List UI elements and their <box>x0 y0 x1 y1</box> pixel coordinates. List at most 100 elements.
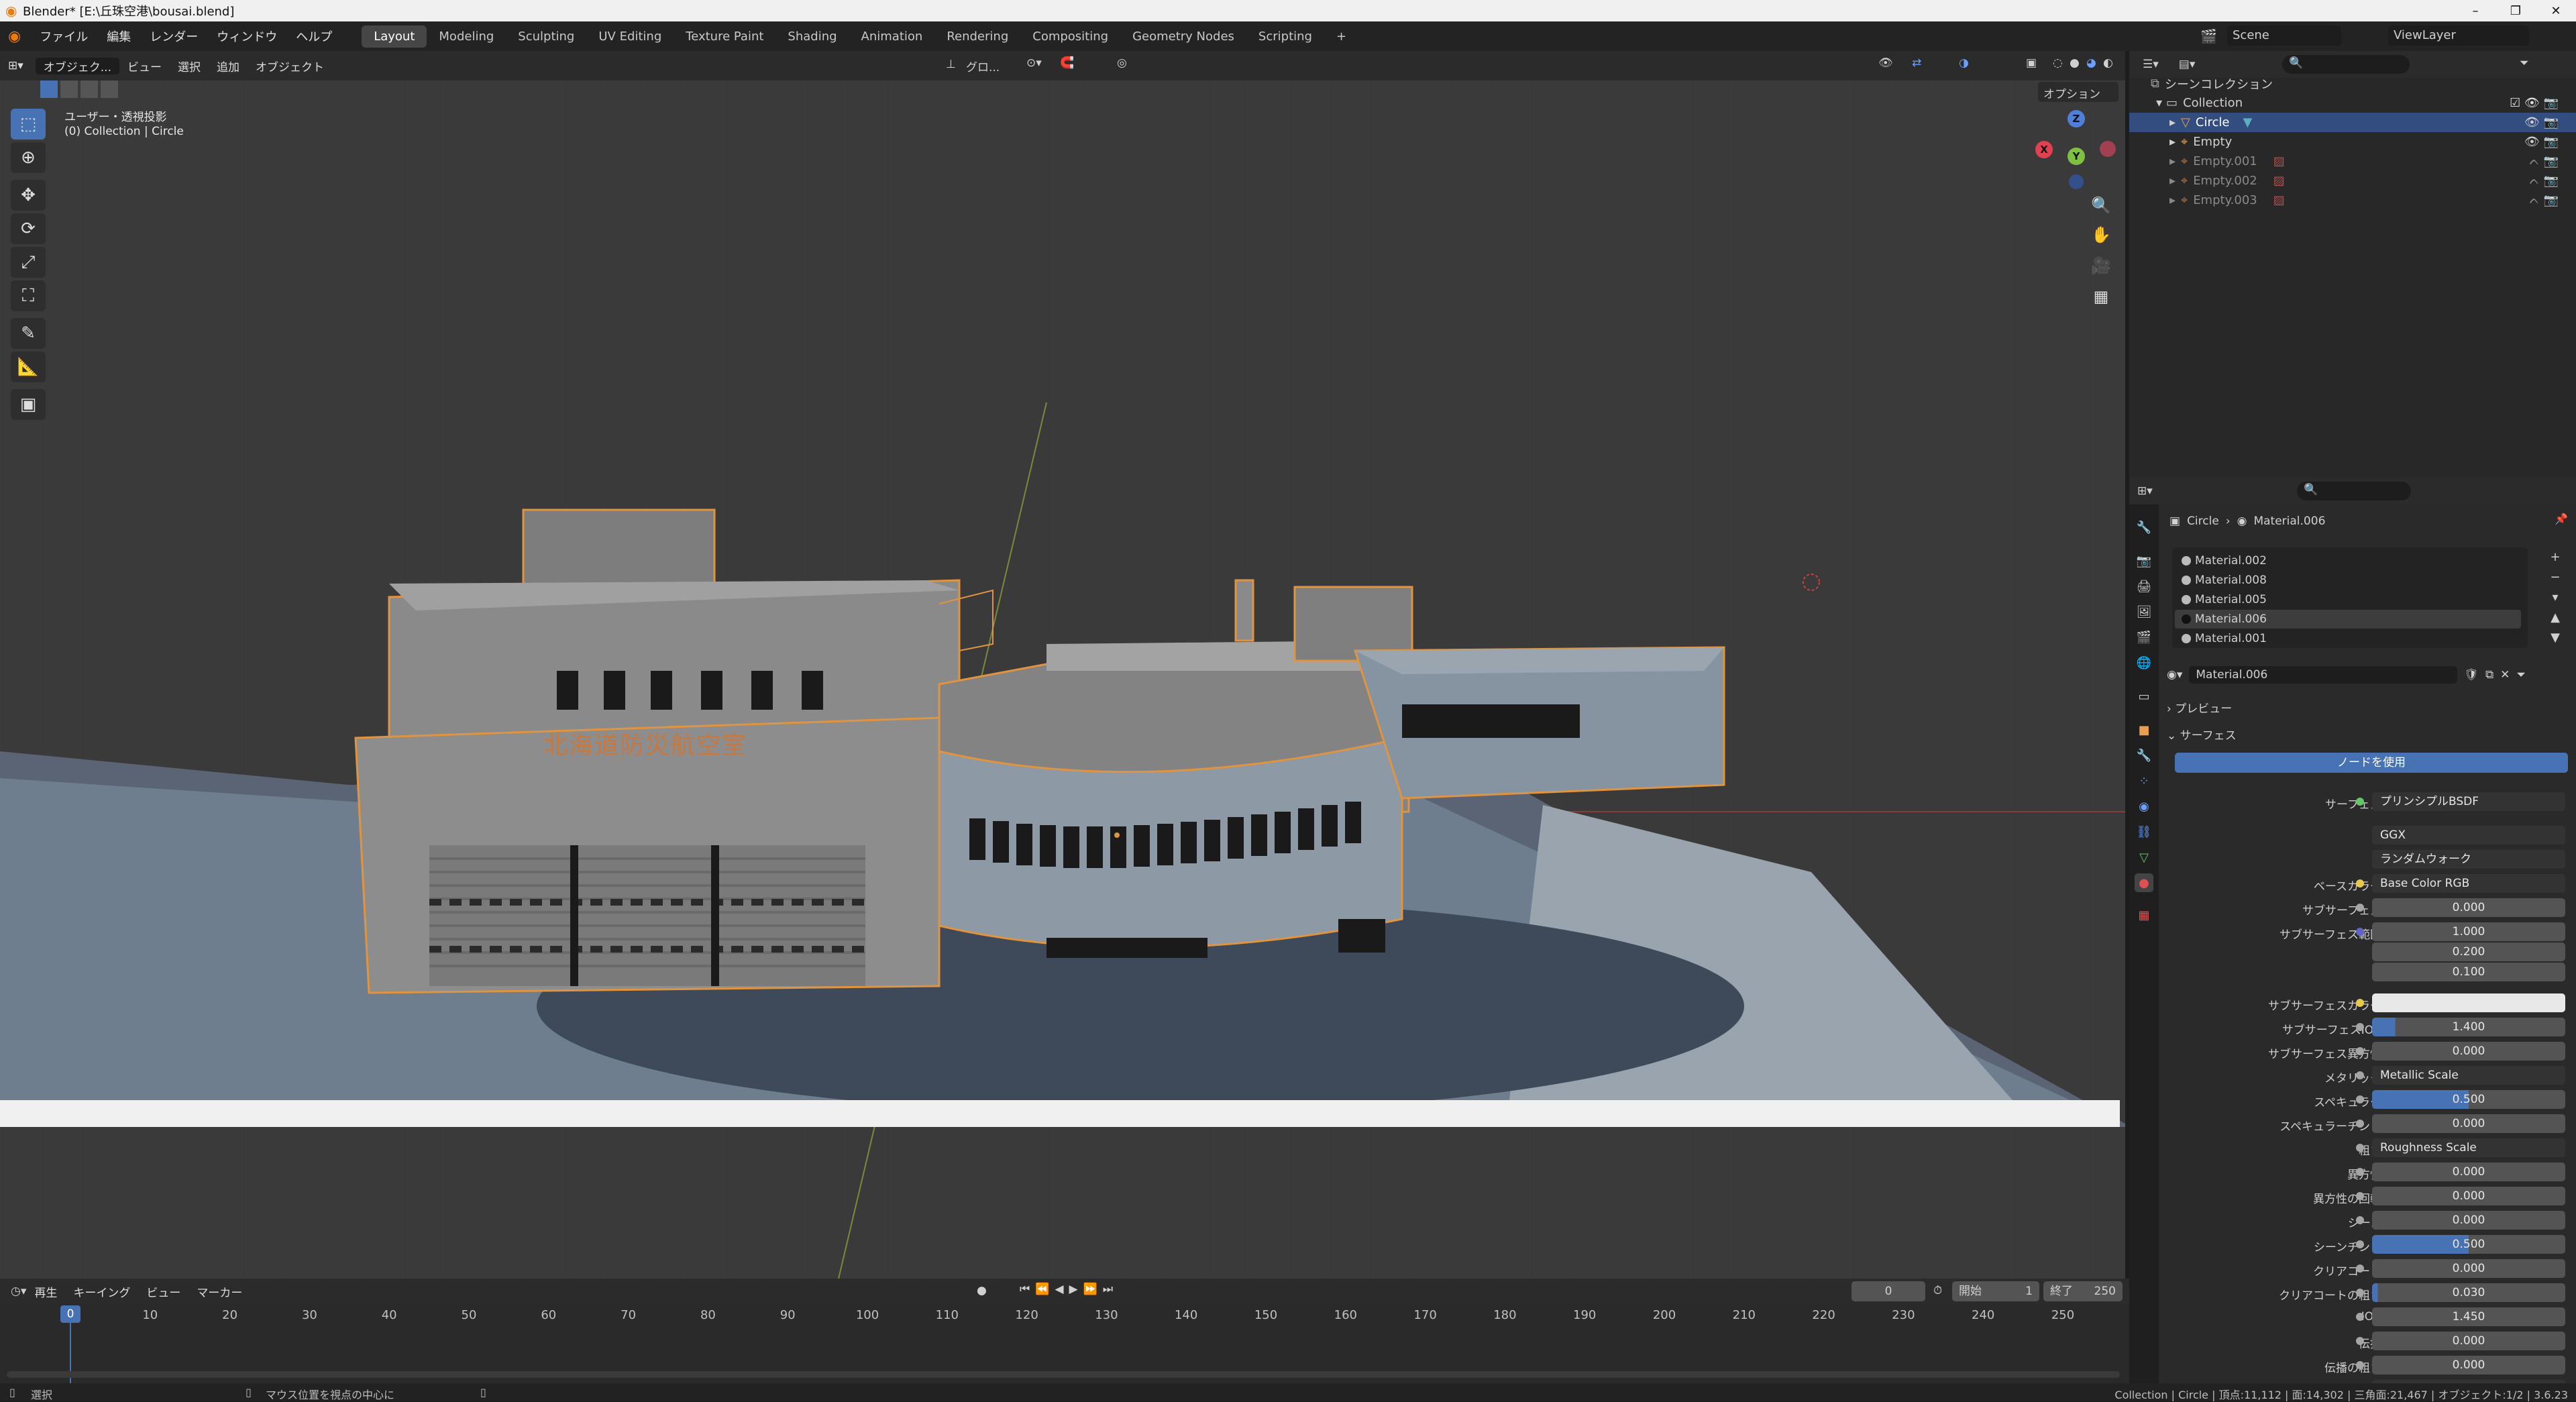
record-icon[interactable]: ● <box>977 1284 987 1297</box>
tab-modeling[interactable]: Modeling <box>427 25 506 48</box>
tab-animation[interactable]: Animation <box>849 25 935 48</box>
start-frame-field[interactable]: 開始 1 <box>1952 1281 2039 1301</box>
material-slot[interactable]: Material.001 <box>2175 629 2521 648</box>
outliner-item-empty[interactable]: ▸ ⌖ Empty 👁 📷 <box>2129 132 2576 152</box>
timeline-menu-keying[interactable]: キーイング <box>65 1283 138 1300</box>
editor-type-icon[interactable]: ⊞▾ <box>0 59 32 72</box>
menu-file[interactable]: ファイル <box>30 28 97 45</box>
view-layer-selector[interactable]: ViewLayer <box>2388 25 2529 46</box>
collection-expand-icon[interactable]: ▾ <box>2156 96 2162 110</box>
visibility-toggle-icon[interactable]: 👁 📷 <box>2524 115 2559 129</box>
scene-selector[interactable]: Scene <box>2227 25 2341 46</box>
socket-icon[interactable] <box>2356 1023 2364 1031</box>
timeline-menu-view[interactable]: ビュー <box>138 1283 189 1300</box>
texture-tab-icon[interactable]: ▦ <box>2135 906 2153 924</box>
outliner-item-empty-002[interactable]: ▸ ⌖ Empty.002 ▨ ᨈ 📷 <box>2129 171 2576 191</box>
menu-edit[interactable]: 編集 <box>97 28 140 45</box>
socket-icon[interactable] <box>2356 999 2364 1007</box>
property-node-link[interactable]: Base Color RGB <box>2372 874 2565 893</box>
socket-icon[interactable] <box>2356 928 2364 936</box>
proportional-edit-icon[interactable]: ◎ <box>1117 56 1127 70</box>
visibility-toggle-icon[interactable]: ᨈ 📷 <box>2530 193 2559 207</box>
annotate-tool[interactable]: ✎ <box>11 318 46 349</box>
properties-editor-icon[interactable]: ⊞▾ <box>2137 484 2153 498</box>
shading-rendered-icon[interactable]: ◐ <box>2103 56 2113 70</box>
scene-collection-row[interactable]: ⧉ シーンコレクション <box>2129 74 2576 93</box>
material-slot[interactable]: Material.005 <box>2175 590 2521 609</box>
expand-icon[interactable]: ▸ <box>2169 193 2176 207</box>
property-node-link[interactable]: Metallic Scale <box>2372 1066 2565 1085</box>
render-tab-icon[interactable]: 📷 <box>2135 551 2153 570</box>
properties-search-input[interactable]: 🔍 <box>2297 482 2411 500</box>
outliner-item-circle[interactable]: ▸ ▽ Circle ▼ 👁 📷 <box>2129 113 2576 132</box>
property-value-field[interactable]: 0.500 <box>2372 1090 2565 1109</box>
property-dropdown[interactable]: GGX <box>2372 826 2565 845</box>
tab-shading[interactable]: Shading <box>775 25 849 48</box>
mode-selector[interactable]: オブジェク... <box>35 57 119 74</box>
tool-tab-icon[interactable]: 🔧 <box>2135 518 2153 537</box>
viewport-menu-view[interactable]: ビュー <box>119 58 170 74</box>
scale-tool[interactable]: ⤢ <box>11 247 46 278</box>
collection-visibility-icon[interactable]: ☑ 👁 📷 <box>2510 96 2559 110</box>
transform-orientation-selector[interactable]: グロ... <box>966 58 1000 74</box>
3d-viewport[interactable]: 北海道防災航空室 ユーザー・透視投影 (0) Collection | Circ… <box>0 80 2125 1279</box>
property-value-field[interactable]: 0.000 <box>2372 1211 2565 1230</box>
rotate-tool[interactable]: ⟳ <box>11 213 46 244</box>
socket-icon[interactable] <box>2356 1313 2364 1321</box>
expand-icon[interactable]: ▸ <box>2169 154 2176 168</box>
timeline-menu-marker[interactable]: マーカー <box>189 1283 250 1300</box>
property-value-field[interactable]: 1.000 <box>2372 922 2565 941</box>
timeline-editor-icon[interactable]: ◷▾ <box>11 1285 26 1298</box>
material-browse-icon[interactable]: ◉▾ <box>2167 668 2182 682</box>
visibility-toggle-icon[interactable]: ᨈ 📷 <box>2530 174 2559 188</box>
maximize-button[interactable]: ❐ <box>2496 0 2536 21</box>
socket-icon[interactable] <box>2356 1361 2364 1369</box>
property-value-field[interactable]: 0.030 <box>2372 1283 2565 1302</box>
property-value-field[interactable]: 0.000 <box>2372 1114 2565 1133</box>
camera-view-icon[interactable]: 🎥 <box>2089 254 2113 278</box>
menu-window[interactable]: ウィンドウ <box>207 28 286 45</box>
property-value-field[interactable]: 0.000 <box>2372 1259 2565 1278</box>
select-mode-subtract-icon[interactable] <box>80 80 98 98</box>
viewport-menu-add[interactable]: 追加 <box>209 58 248 74</box>
material-slot[interactable]: Material.002 <box>2175 551 2521 570</box>
playback-controls[interactable]: ⏮⏪◀▶⏩⏭ <box>1020 1283 1118 1296</box>
particles-tab-icon[interactable]: ⁘ <box>2135 771 2153 790</box>
socket-icon[interactable] <box>2356 1047 2364 1055</box>
property-value-field[interactable]: 0.000 <box>2372 1356 2565 1374</box>
blender-menu-icon[interactable]: ◉ <box>8 28 21 45</box>
filter-icon[interactable]: ⏷ <box>2520 56 2529 70</box>
gizmo-neg-z-icon[interactable] <box>2069 174 2084 189</box>
pan-hand-icon[interactable]: ✋ <box>2089 223 2113 247</box>
socket-icon[interactable] <box>2356 1095 2364 1103</box>
close-button[interactable]: ✕ <box>2536 0 2576 21</box>
property-value-field[interactable]: 0.000 <box>2372 898 2565 917</box>
material-tab-icon[interactable]: ● <box>2135 873 2153 892</box>
socket-icon[interactable] <box>2356 1240 2364 1248</box>
move-tool[interactable]: ✥ <box>11 180 46 211</box>
gizmo-z-axis[interactable]: Z <box>2068 110 2085 127</box>
socket-icon[interactable] <box>2356 1192 2364 1200</box>
outliner-search-input[interactable]: 🔍 <box>2282 55 2410 74</box>
tab-geometry-nodes[interactable]: Geometry Nodes <box>1120 25 1246 48</box>
zoom-icon[interactable]: 🔍 <box>2089 193 2113 217</box>
socket-icon[interactable] <box>2356 1216 2364 1224</box>
property-value-field[interactable]: 0.000 <box>2372 1042 2565 1061</box>
fake-user-icon[interactable]: 🛡 <box>2464 668 2479 682</box>
use-nodes-button[interactable]: ノードを使用 <box>2175 753 2568 773</box>
object-tab-icon[interactable]: ■ <box>2135 720 2153 739</box>
timeline-scrollbar[interactable] <box>7 1371 2120 1378</box>
property-node-link[interactable]: プリンシプルBSDF <box>2372 792 2565 811</box>
panel-preview[interactable]: › プレビュー <box>2167 699 2232 716</box>
pin-icon[interactable]: 📌 <box>2555 513 2568 525</box>
link-type-icon[interactable]: ⏷ <box>2516 668 2526 682</box>
outliner-editor-icon[interactable]: ☰▾ <box>2143 58 2159 71</box>
property-value-field[interactable]: 0.100 <box>2372 963 2565 981</box>
socket-icon[interactable] <box>2356 1168 2364 1176</box>
viewport-menu-object[interactable]: オブジェクト <box>248 58 332 74</box>
view-layer-tab-icon[interactable]: 🖼 <box>2135 602 2153 621</box>
property-value-field[interactable]: 1.450 <box>2372 1307 2565 1326</box>
menu-help[interactable]: ヘルプ <box>286 28 341 45</box>
shading-wireframe-icon[interactable]: ◌ <box>2053 56 2063 70</box>
tab-sculpting[interactable]: Sculpting <box>506 25 586 48</box>
